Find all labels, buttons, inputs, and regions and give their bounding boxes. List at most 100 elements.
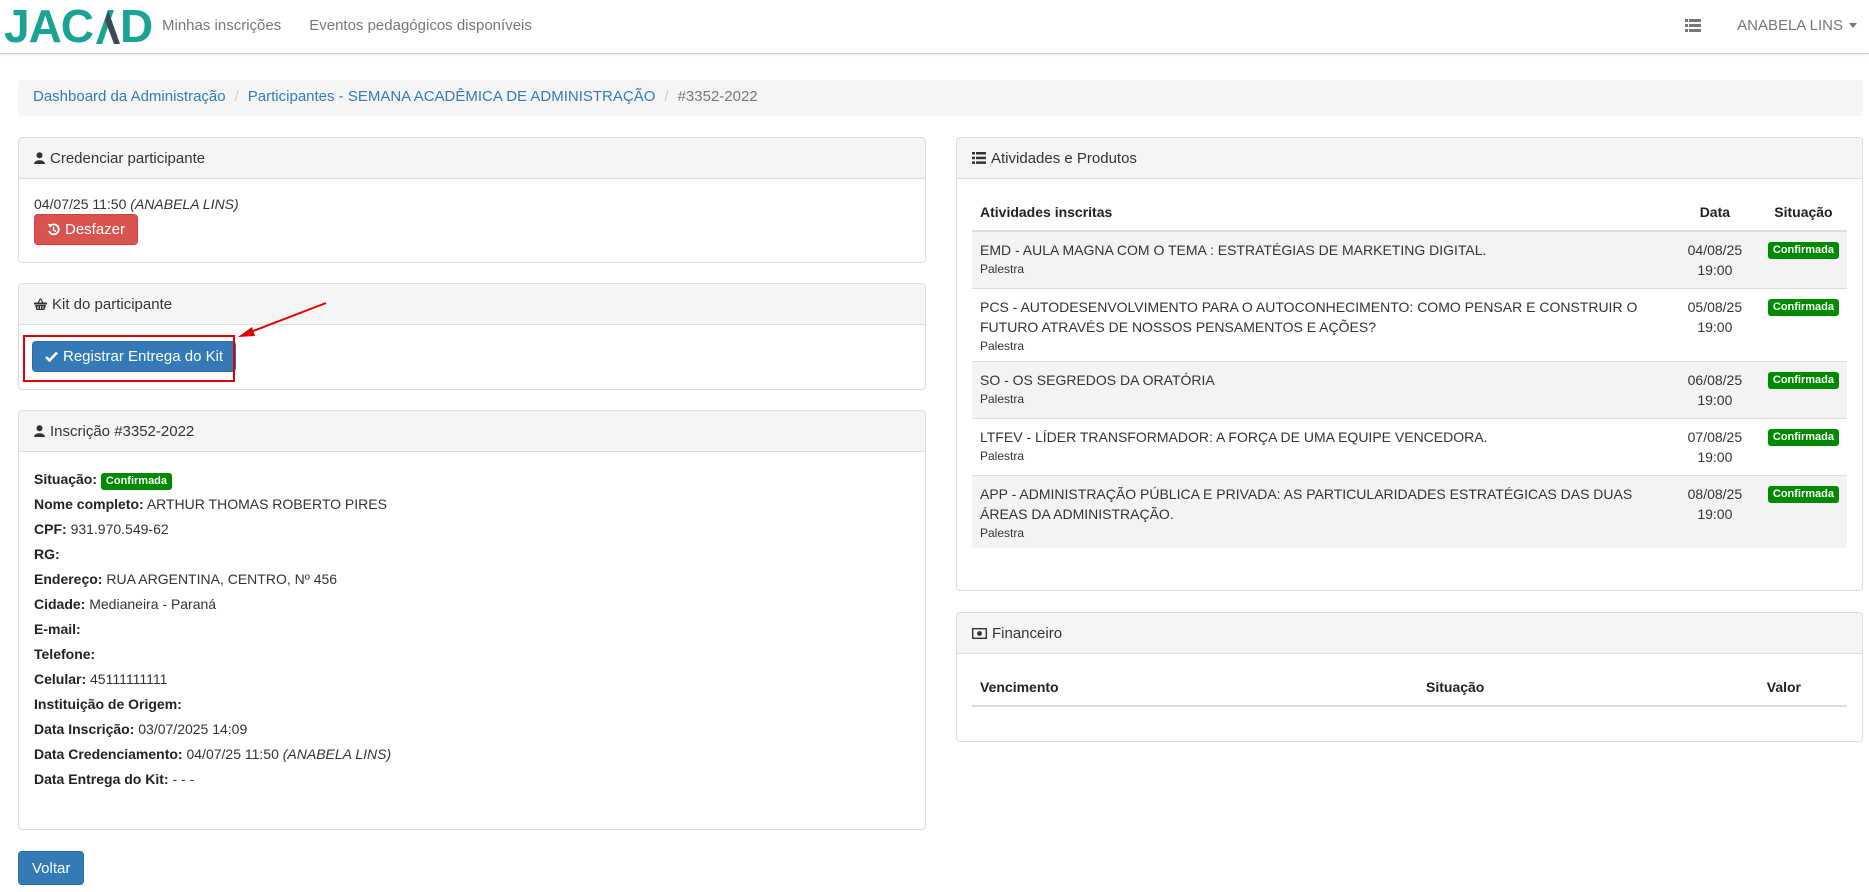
- inscricao-heading: Inscrição #3352-2022: [19, 411, 925, 452]
- activity-name: PCS - AUTODESENVOLVIMENTO PARA O AUTOCON…: [980, 299, 1638, 335]
- money-icon: [972, 627, 987, 639]
- breadcrumb-separator: /: [664, 88, 669, 105]
- activity-time: 19:00: [1697, 319, 1733, 335]
- col-atividades: Atividades inscritas: [972, 194, 1670, 232]
- info-label: Celular:: [34, 671, 87, 687]
- undo-label: Desfazer: [65, 221, 126, 238]
- info-row: Data Inscrição: 03/07/2025 14:09: [34, 717, 910, 742]
- info-row: Data Credenciamento: 04/07/25 11:50 (ANA…: [34, 742, 910, 767]
- activity-name: EMD - AULA MAGNA COM O TEMA : ESTRATÉGIA…: [980, 242, 1487, 258]
- info-value: Medianeira - Paraná: [89, 596, 217, 612]
- info-label: Data Credenciamento:: [34, 746, 183, 762]
- info-row: Celular: 45111111111: [34, 667, 910, 692]
- info-label: CPF:: [34, 521, 67, 537]
- info-value: RUA ARGENTINA, CENTRO, Nº 456: [106, 571, 338, 587]
- jacad-logo[interactable]: JAC D: [4, 4, 154, 50]
- user-name: ANABELA LINS: [1737, 16, 1843, 34]
- caret-down-icon: [1849, 23, 1857, 29]
- atividades-title: Atividades e Produtos: [991, 149, 1137, 167]
- financeiro-heading: Financeiro: [957, 613, 1862, 654]
- status-badge: Confirmada: [100, 473, 173, 491]
- inscricao-title: Inscrição #3352-2022: [50, 422, 195, 440]
- info-row: E-mail:: [34, 617, 910, 642]
- info-value: 03/07/2025 14:09: [138, 721, 248, 737]
- credenciamento-user: (ANABELA LINS): [130, 196, 239, 212]
- status-badge: Confirmada: [1767, 242, 1839, 260]
- info-row: Nome completo: ARTHUR THOMAS ROBERTO PIR…: [34, 492, 910, 517]
- credenciar-title: Credenciar participante: [50, 149, 206, 167]
- status-badge: Confirmada: [1767, 299, 1839, 317]
- col-vencimento: Vencimento: [972, 669, 1418, 707]
- breadcrumb-participantes[interactable]: Participantes - SEMANA ACADÊMICA DE ADMI…: [248, 88, 656, 105]
- credenciar-panel: Credenciar participante 04/07/25 11:50 (…: [18, 137, 926, 263]
- financeiro-table: Vencimento Situação Valor: [972, 669, 1847, 707]
- activity-date: 08/08/25: [1687, 486, 1743, 502]
- activity-time: 19:00: [1697, 392, 1733, 408]
- kit-heading: Kit do participante: [19, 284, 925, 325]
- breadcrumb-dashboard[interactable]: Dashboard da Administração: [33, 88, 226, 105]
- info-value: 04/07/25 11:50: [186, 746, 279, 762]
- list-icon[interactable]: [1685, 18, 1702, 32]
- activity-time: 19:00: [1697, 262, 1733, 278]
- info-value: - - -: [172, 771, 195, 787]
- inscricao-panel: Inscrição #3352-2022 Situação: Confirmad…: [18, 410, 926, 830]
- activity-type: Palestra: [980, 262, 1025, 276]
- table-row: LTFEV - LÍDER TRANSFORMADOR: A FORÇA DE …: [972, 418, 1847, 476]
- activity-type: Palestra: [980, 392, 1025, 406]
- activity-name: SO - OS SEGREDOS DA ORATÓRIA: [980, 372, 1215, 388]
- info-label: Cidade:: [34, 596, 86, 612]
- info-value: 931.970.549-62: [70, 521, 169, 537]
- financeiro-title: Financeiro: [992, 624, 1063, 642]
- kit-title: Kit do participante: [52, 295, 173, 313]
- info-row: Telefone:: [34, 642, 910, 667]
- arrow-annotation: [238, 302, 327, 337]
- table-row: APP - ADMINISTRAÇÃO PÚBLICA E PRIVADA: A…: [972, 475, 1847, 548]
- info-label: Nome completo:: [34, 496, 144, 512]
- info-value: 45111111111: [90, 671, 168, 687]
- status-badge: Confirmada: [1767, 486, 1839, 504]
- undo-button[interactable]: Desfazer: [34, 214, 139, 245]
- atividades-heading: Atividades e Produtos: [957, 138, 1862, 179]
- activity-date: 05/08/25: [1687, 299, 1743, 315]
- info-label: Instituição de Origem:: [34, 696, 182, 712]
- atividades-panel: Atividades e Produtos Atividades inscrit…: [956, 137, 1863, 591]
- status-badge: Confirmada: [1767, 372, 1839, 390]
- user-icon: [34, 152, 45, 164]
- info-row: Endereço: RUA ARGENTINA, CENTRO, Nº 456: [34, 567, 910, 592]
- breadcrumb-separator: /: [234, 88, 239, 105]
- credenciamento-timestamp: 04/07/25 11:50: [34, 196, 127, 212]
- top-navbar: JAC D Minhas inscrições Eventos pedagógi…: [0, 0, 1869, 54]
- nav-link-eventos[interactable]: Eventos pedagógicos disponíveis: [309, 17, 532, 34]
- info-label: Situação:: [34, 471, 98, 487]
- highlight-annotation: [23, 335, 235, 382]
- info-label: Data Inscrição:: [34, 721, 135, 737]
- activity-date: 07/08/25: [1687, 429, 1743, 445]
- atividades-body: Atividades inscritas Data Situação EMD -…: [957, 179, 1862, 563]
- activity-name: APP - ADMINISTRAÇÃO PÚBLICA E PRIVADA: A…: [980, 486, 1633, 522]
- atividades-table: Atividades inscritas Data Situação EMD -…: [972, 194, 1847, 548]
- user-icon: [34, 425, 45, 437]
- activity-time: 19:00: [1697, 506, 1733, 522]
- svg-text:JAC: JAC: [4, 4, 93, 50]
- col-situacao: Situação: [1759, 194, 1847, 232]
- info-value: ARTHUR THOMAS ROBERTO PIRES: [146, 496, 387, 512]
- info-label: Telefone:: [34, 646, 96, 662]
- col-data: Data: [1669, 194, 1760, 232]
- info-row: Cidade: Medianeira - Paraná: [34, 592, 910, 617]
- info-user: (ANABELA LINS): [282, 746, 392, 762]
- status-badge: Confirmada: [1767, 429, 1839, 447]
- breadcrumb-current: #3352-2022: [677, 88, 758, 105]
- user-menu[interactable]: ANABELA LINS: [1737, 17, 1857, 34]
- activity-date: 06/08/25: [1687, 372, 1743, 388]
- financeiro-panel: Financeiro Vencimento Situação Valor: [956, 612, 1863, 742]
- activity-type: Palestra: [980, 339, 1025, 353]
- activity-type: Palestra: [980, 526, 1025, 540]
- table-row: EMD - AULA MAGNA COM O TEMA : ESTRATÉGIA…: [972, 230, 1847, 289]
- list-icon: [972, 152, 986, 164]
- undo-icon: [47, 223, 60, 236]
- nav-link-minhas-inscricoes[interactable]: Minhas inscrições: [162, 17, 281, 34]
- table-row: PCS - AUTODESENVOLVIMENTO PARA O AUTOCON…: [972, 288, 1847, 362]
- info-row: Data Entrega do Kit: - - -: [34, 767, 910, 792]
- basket-icon: [34, 298, 47, 310]
- back-button[interactable]: Voltar: [18, 851, 85, 885]
